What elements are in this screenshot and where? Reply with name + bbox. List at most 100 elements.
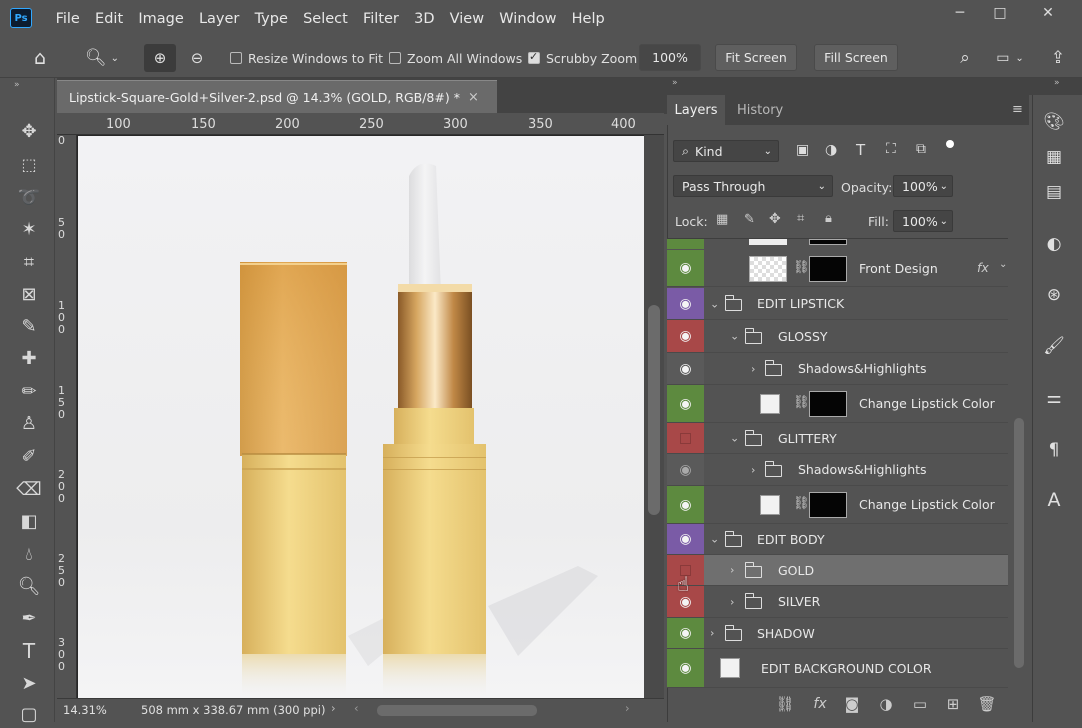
chevron-right-icon[interactable]: › xyxy=(710,627,714,640)
chevron-down-icon[interactable]: ⌄ xyxy=(999,259,1007,270)
menu-filter[interactable]: Filter xyxy=(355,11,406,27)
eyedropper-tool-icon[interactable]: ✎ xyxy=(12,312,46,340)
zoom-readout[interactable]: 14.31% xyxy=(63,703,107,717)
layer-row[interactable]: ◉ ⛓ Change Lipstick Color xyxy=(667,486,1008,524)
close-tab-icon[interactable]: × xyxy=(468,90,479,105)
chevron-down-icon[interactable]: ⌄ xyxy=(710,297,719,310)
visibility-eye-icon[interactable]: ◉ xyxy=(667,618,704,648)
tab-layers[interactable]: Layers xyxy=(667,95,725,125)
home-icon[interactable]: ⌂ xyxy=(22,44,58,72)
menu-3d[interactable]: 3D xyxy=(407,11,443,27)
rectangle-tool-icon[interactable]: ▢ xyxy=(12,700,46,728)
filter-smart-object-icon[interactable]: ⧉ xyxy=(916,141,926,157)
crop-tool-icon[interactable]: ⌗ xyxy=(12,248,46,276)
fill-screen-button[interactable]: Fill Screen xyxy=(814,44,898,71)
zoom-all-windows-checkbox[interactable]: Zoom All Windows xyxy=(389,38,522,78)
chevron-down-icon[interactable]: ⌄ xyxy=(730,330,739,343)
pen-tool-icon[interactable]: ✒ xyxy=(12,604,46,632)
marquee-tool-icon[interactable]: ⬚ xyxy=(12,150,46,178)
document-canvas[interactable] xyxy=(78,136,644,698)
magic-wand-tool-icon[interactable]: ✶ xyxy=(12,215,46,243)
visibility-eye-icon[interactable]: ◉ xyxy=(667,524,704,554)
layer-group-row-selected[interactable]: › GOLD xyxy=(667,555,1008,586)
visibility-eye-icon[interactable]: ◉ xyxy=(667,649,704,687)
swatches-grid-icon[interactable]: ▦ xyxy=(1040,143,1068,171)
menu-layer[interactable]: Layer xyxy=(191,11,247,27)
layer-group-row[interactable]: ◉ › SILVER xyxy=(667,586,1008,618)
layer-group-row[interactable]: ◉ › SHADOW xyxy=(667,618,1008,649)
scroll-right-arrow-icon[interactable]: › xyxy=(625,701,630,715)
filter-shape-icon[interactable]: ⛶ xyxy=(886,141,896,157)
new-adjustment-layer-icon[interactable]: ◑ xyxy=(874,692,898,716)
chevron-down-icon[interactable]: ⌄ xyxy=(730,432,739,445)
properties-sliders-icon[interactable]: ⚌ xyxy=(1040,384,1068,412)
visibility-eye-icon[interactable]: ◉ xyxy=(667,320,704,352)
color-palette-icon[interactable]: 🎨︎ xyxy=(1040,108,1068,136)
expand-panels-icon[interactable]: » xyxy=(672,78,678,88)
minimize-button[interactable]: ─ xyxy=(940,0,980,26)
blend-mode-select[interactable]: Pass Through ⌄ xyxy=(673,175,833,197)
filter-type-icon[interactable]: T xyxy=(856,141,865,159)
clone-stamp-tool-icon[interactable]: ♙ xyxy=(12,409,46,437)
delete-layer-icon[interactable]: 🗑︎ xyxy=(975,692,999,716)
chevron-right-icon[interactable]: › xyxy=(730,595,734,608)
fill-input[interactable]: 100% ⌄ xyxy=(893,210,953,232)
visibility-eye-icon[interactable]: ◉ xyxy=(667,250,704,286)
new-group-icon[interactable]: ▭ xyxy=(908,692,932,716)
path-selection-tool-icon[interactable]: ➤ xyxy=(12,669,46,697)
eraser-tool-icon[interactable]: ⌫ xyxy=(12,475,46,503)
workspace-icon[interactable]: ▭ ⌄ xyxy=(988,44,1032,72)
collapse-panels-icon[interactable]: » xyxy=(1054,78,1060,88)
healing-brush-tool-icon[interactable]: ✚ xyxy=(12,344,46,372)
lock-transparent-icon[interactable]: ▦ xyxy=(716,212,728,227)
canvas-vertical-scrollbar[interactable] xyxy=(644,135,664,698)
scrubby-zoom-checkbox[interactable]: Scrubby Zoom xyxy=(528,38,637,78)
menu-type[interactable]: Type xyxy=(247,11,296,27)
filter-adjustment-icon[interactable]: ◑ xyxy=(825,142,837,158)
search-icon[interactable]: ⌕ xyxy=(952,44,978,72)
panel-menu-icon[interactable]: ≡ xyxy=(1012,102,1023,117)
effects-fx-icon[interactable]: fx xyxy=(977,260,989,275)
visibility-eye-off[interactable] xyxy=(667,423,704,453)
document-tab[interactable]: Lipstick-Square-Gold+Silver-2.psd @ 14.3… xyxy=(57,80,497,113)
visibility-eye-icon[interactable]: ◉ xyxy=(667,486,704,523)
gradient-tool-icon[interactable]: ◧ xyxy=(12,507,46,535)
opacity-input[interactable]: 100% ⌄ xyxy=(893,175,953,197)
menu-edit[interactable]: Edit xyxy=(87,11,130,27)
scrollbar-thumb[interactable] xyxy=(1014,418,1024,668)
resize-windows-checkbox[interactable]: Resize Windows to Fit xyxy=(230,38,383,78)
visibility-eye-icon[interactable]: ◉ xyxy=(667,454,704,485)
link-layers-icon[interactable]: ⛓ xyxy=(773,692,797,716)
chevron-right-icon[interactable]: › xyxy=(730,564,734,577)
lock-position-icon[interactable]: ✥ xyxy=(769,211,781,227)
filter-pixel-icon[interactable]: ▣ xyxy=(796,142,809,158)
history-brush-tool-icon[interactable]: ✐ xyxy=(12,442,46,470)
menu-view[interactable]: View xyxy=(442,11,492,27)
lock-all-icon[interactable]: 🔒︎ xyxy=(825,211,832,226)
tab-history[interactable]: History xyxy=(737,95,783,125)
layer-group-row[interactable]: ◉ › Shadows&Highlights xyxy=(667,353,1008,385)
layer-row[interactable]: ◉ ⛓ Change Lipstick Color xyxy=(667,385,1008,423)
chevron-right-icon[interactable]: › xyxy=(751,362,755,375)
menu-image[interactable]: Image xyxy=(131,11,192,27)
brush-settings-icon[interactable]: 🖌︎ xyxy=(1040,332,1068,360)
layer-group-row[interactable]: ◉ ⌄ GLOSSY xyxy=(667,320,1008,353)
type-tool-icon[interactable]: T xyxy=(12,637,46,665)
close-window-button[interactable]: ✕ xyxy=(1028,0,1068,26)
scrollbar-thumb[interactable] xyxy=(648,305,660,515)
zoom-in-icon[interactable]: ⊕ xyxy=(144,44,176,72)
fit-screen-button[interactable]: Fit Screen xyxy=(715,44,797,71)
menu-window[interactable]: Window xyxy=(492,11,564,27)
filter-kind-select[interactable]: ⌕ Kind ⌄ xyxy=(673,140,779,162)
chevron-right-icon[interactable]: › xyxy=(751,463,755,476)
layer-group-row[interactable]: ◉ › Shadows&Highlights xyxy=(667,454,1008,486)
gradients-icon[interactable]: ▤ xyxy=(1040,178,1068,206)
lock-artboard-icon[interactable]: ⌗ xyxy=(797,211,804,226)
lasso-tool-icon[interactable]: ➰ xyxy=(12,183,46,211)
character-icon[interactable]: A xyxy=(1040,486,1068,514)
visibility-eye-icon[interactable]: ◉ xyxy=(667,353,704,384)
maximize-button[interactable]: □ xyxy=(980,0,1020,26)
visibility-eye-icon[interactable]: ◉ xyxy=(667,385,704,422)
adjustments-icon[interactable]: ◐ xyxy=(1040,230,1068,258)
frame-tool-icon[interactable]: ⊠ xyxy=(12,280,46,308)
